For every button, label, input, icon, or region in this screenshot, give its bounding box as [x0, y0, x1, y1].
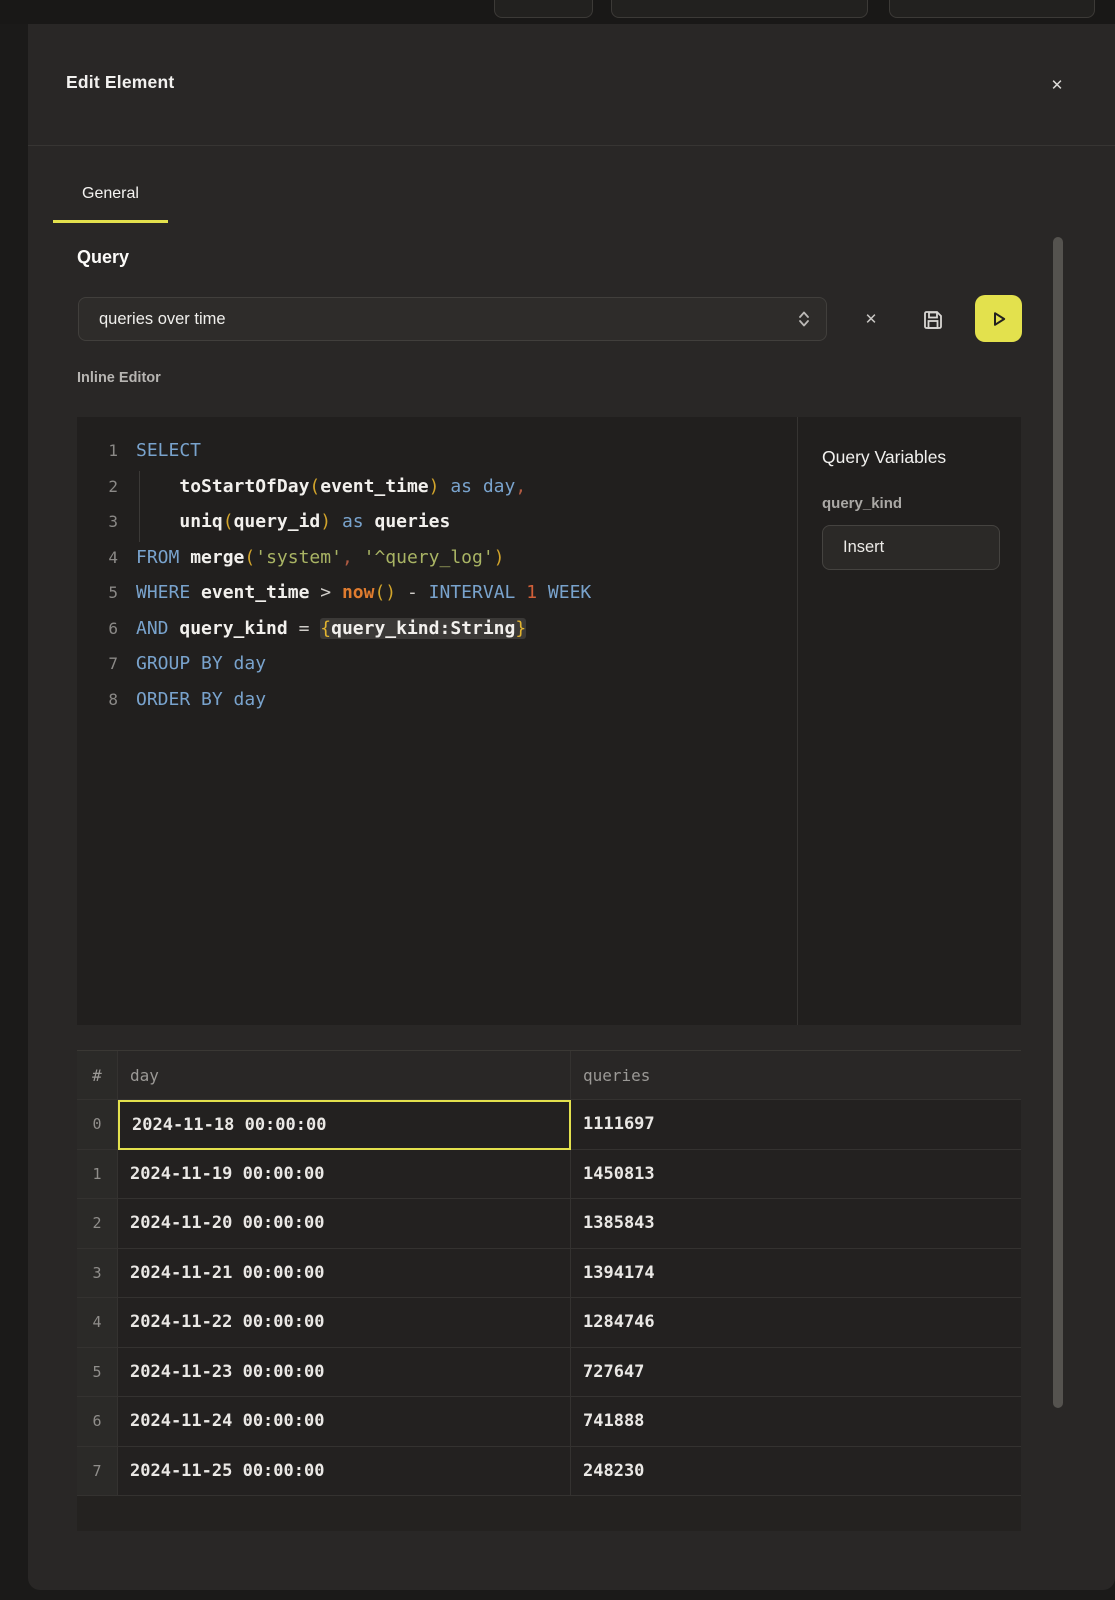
queries-cell[interactable]: 1111697	[571, 1100, 1021, 1150]
table-header-day: day	[118, 1051, 571, 1100]
query-section-heading: Query	[77, 247, 129, 268]
queries-cell[interactable]: 1394174	[571, 1249, 1021, 1299]
code-editor-area[interactable]: 1SELECT2 toStartOfDay(event_time) as day…	[77, 417, 797, 1025]
table-header-row: # day queries	[77, 1051, 1021, 1100]
chevron-up-down-icon	[796, 308, 812, 330]
queries-cell[interactable]: 248230	[571, 1447, 1021, 1497]
edit-element-modal: Edit Element ✕ General Query queries ove…	[28, 24, 1115, 1590]
table-row: 22024-11-20 00:00:001385843	[77, 1199, 1021, 1249]
queries-cell[interactable]: 1450813	[571, 1150, 1021, 1200]
tab-general[interactable]: General	[53, 176, 168, 223]
table-header-queries: queries	[571, 1051, 1021, 1100]
insert-variable-button[interactable]: Insert	[822, 525, 1000, 570]
day-cell[interactable]: 2024-11-23 00:00:00	[118, 1348, 571, 1398]
row-index-cell[interactable]: 3	[77, 1249, 118, 1299]
day-cell[interactable]: 2024-11-18 00:00:00	[118, 1100, 571, 1150]
line-number: 3	[77, 504, 118, 540]
line-number: 1	[77, 433, 118, 469]
table-row: 32024-11-21 00:00:001394174	[77, 1249, 1021, 1299]
code-line: 3 uniq(query_id) as queries	[77, 504, 797, 540]
background-toolbar-button[interactable]	[494, 0, 593, 18]
query-variables-panel: Query Variables query_kind Insert	[797, 417, 1021, 1025]
code-line: 8ORDER BY day	[77, 682, 797, 718]
table-footer-strip	[77, 1496, 1021, 1531]
day-cell[interactable]: 2024-11-21 00:00:00	[118, 1249, 571, 1299]
query-variables-title: Query Variables	[822, 447, 999, 468]
modal-scrollbar[interactable]	[1053, 237, 1063, 1408]
results-table: # day queries 02024-11-18 00:00:00111169…	[77, 1050, 1021, 1531]
table-row: 42024-11-22 00:00:001284746	[77, 1298, 1021, 1348]
query-select[interactable]: queries over time	[78, 297, 827, 341]
line-number: 4	[77, 540, 118, 576]
line-number: 5	[77, 575, 118, 611]
background-toolbar-button[interactable]	[889, 0, 1095, 18]
row-index-cell[interactable]: 1	[77, 1150, 118, 1200]
variable-name-label: query_kind	[822, 495, 999, 512]
queries-cell[interactable]: 741888	[571, 1397, 1021, 1447]
day-cell[interactable]: 2024-11-20 00:00:00	[118, 1199, 571, 1249]
close-icon[interactable]: ✕	[1042, 70, 1072, 100]
row-index-cell[interactable]: 5	[77, 1348, 118, 1398]
header-divider	[28, 145, 1115, 146]
queries-cell[interactable]: 1284746	[571, 1298, 1021, 1348]
code-line: 7GROUP BY day	[77, 646, 797, 682]
background-toolbar	[0, 0, 1115, 24]
code-line: 1SELECT	[77, 433, 797, 469]
sql-editor: 1SELECT2 toStartOfDay(event_time) as day…	[77, 417, 1021, 1025]
row-index-cell[interactable]: 4	[77, 1298, 118, 1348]
line-number: 2	[77, 469, 118, 505]
code-line: 2 toStartOfDay(event_time) as day,	[77, 469, 797, 505]
table-row: 12024-11-19 00:00:001450813	[77, 1150, 1021, 1200]
table-row: 62024-11-24 00:00:00741888	[77, 1397, 1021, 1447]
play-icon	[989, 309, 1009, 329]
row-index-cell[interactable]: 7	[77, 1447, 118, 1497]
day-cell[interactable]: 2024-11-19 00:00:00	[118, 1150, 571, 1200]
table-header-index: #	[77, 1051, 118, 1100]
indent-guide	[139, 471, 140, 542]
modal-title: Edit Element	[66, 72, 174, 93]
query-select-value: queries over time	[99, 310, 796, 329]
table-row: 72024-11-25 00:00:00248230	[77, 1447, 1021, 1497]
code-line: 6AND query_kind = {query_kind:String}	[77, 611, 797, 647]
day-cell[interactable]: 2024-11-22 00:00:00	[118, 1298, 571, 1348]
row-index-cell[interactable]: 0	[77, 1100, 118, 1150]
background-toolbar-button[interactable]	[611, 0, 868, 18]
table-row: 02024-11-18 00:00:001111697	[77, 1100, 1021, 1150]
run-query-button[interactable]	[975, 295, 1022, 342]
line-number: 8	[77, 682, 118, 718]
save-button[interactable]	[918, 305, 948, 335]
line-number: 6	[77, 611, 118, 647]
clear-selection-icon[interactable]: ✕	[856, 297, 886, 341]
row-index-cell[interactable]: 2	[77, 1199, 118, 1249]
row-index-cell[interactable]: 6	[77, 1397, 118, 1447]
code-line: 4FROM merge('system', '^query_log')	[77, 540, 797, 576]
floppy-save-icon	[921, 308, 945, 332]
queries-cell[interactable]: 1385843	[571, 1199, 1021, 1249]
line-number: 7	[77, 646, 118, 682]
day-cell[interactable]: 2024-11-24 00:00:00	[118, 1397, 571, 1447]
day-cell[interactable]: 2024-11-25 00:00:00	[118, 1447, 571, 1497]
table-row: 52024-11-23 00:00:00727647	[77, 1348, 1021, 1398]
code-line: 5WHERE event_time > now() - INTERVAL 1 W…	[77, 575, 797, 611]
queries-cell[interactable]: 727647	[571, 1348, 1021, 1398]
inline-editor-label: Inline Editor	[77, 370, 161, 386]
